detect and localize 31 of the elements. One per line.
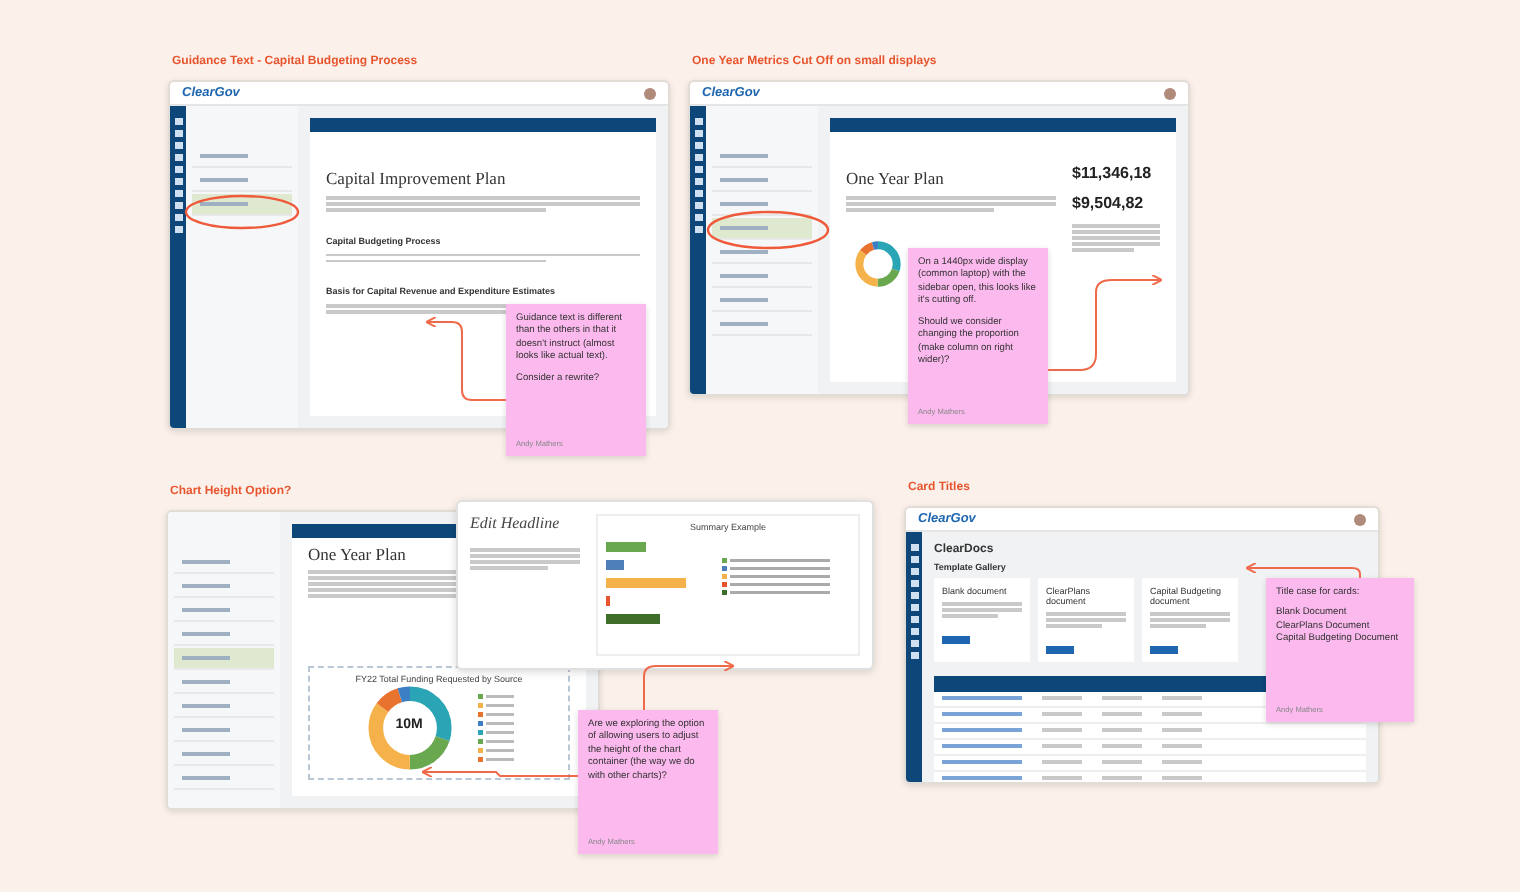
page-item[interactable]	[174, 648, 274, 670]
nav-icons-drawing	[909, 544, 919, 664]
table-lines	[1072, 224, 1160, 251]
avatar-icon	[1164, 87, 1176, 99]
avatar-icon	[644, 87, 656, 99]
donut-chart-drawing	[854, 239, 902, 287]
donut-chart-drawing	[365, 684, 453, 772]
create-button[interactable]	[1046, 645, 1074, 653]
metric-value: $9,504,82	[1072, 194, 1146, 212]
page-title: Capital Improvement Plan	[326, 168, 506, 188]
page-item[interactable]	[712, 218, 812, 240]
page-title: One Year Plan	[308, 544, 406, 564]
arrow	[1245, 562, 1361, 579]
nav-icons-drawing	[173, 118, 183, 238]
arrow	[1047, 274, 1163, 371]
popup-title: Edit Headline	[470, 514, 562, 532]
metric-value: $11,346,18	[1072, 164, 1154, 182]
create-button[interactable]	[942, 635, 970, 643]
arrow	[643, 660, 735, 711]
highlight-ellipse	[184, 194, 300, 230]
paragraph-lines	[1150, 612, 1230, 627]
page-title: One Year Plan	[846, 168, 944, 188]
nav-icons-drawing	[693, 118, 703, 238]
arrow	[425, 316, 507, 401]
highlight-ellipse	[706, 210, 830, 250]
avatar-icon	[1354, 513, 1366, 525]
paragraph-lines	[942, 602, 1022, 617]
create-button[interactable]	[1150, 645, 1178, 653]
legend-drawing	[477, 693, 513, 763]
paragraph-lines	[470, 548, 580, 569]
paragraph-lines	[1046, 612, 1126, 627]
